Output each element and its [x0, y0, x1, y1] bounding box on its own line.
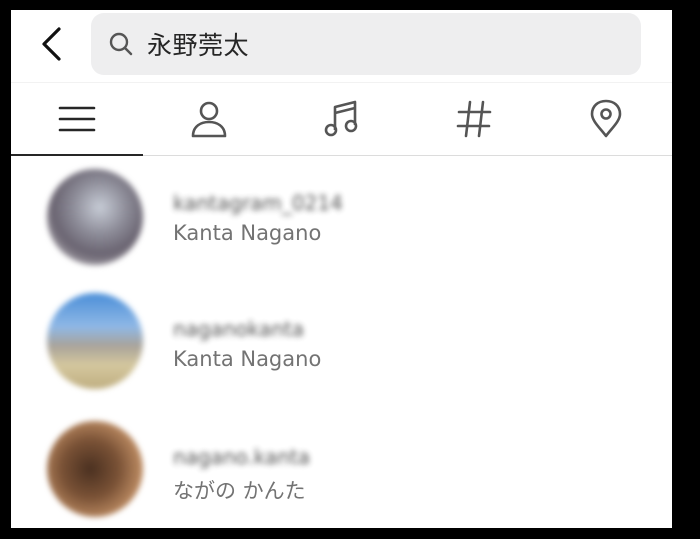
list-item[interactable]: kantagram_0214 Kanta Nagano [11, 155, 672, 281]
tab-tags[interactable] [408, 83, 540, 155]
result-full-name: ながの かんた [173, 479, 306, 503]
avatar[interactable] [47, 293, 143, 389]
avatar[interactable] [47, 169, 143, 265]
tab-top[interactable] [11, 83, 144, 156]
tab-places[interactable] [540, 83, 672, 155]
list-item[interactable]: naganokanta Kanta Nagano [11, 281, 672, 407]
list-item[interactable]: nagano.kanta ながの かんた [11, 407, 672, 528]
back-button[interactable] [31, 24, 71, 64]
avatar[interactable] [47, 421, 143, 517]
location-pin-icon [590, 99, 622, 138]
tab-audio[interactable] [275, 83, 407, 155]
search-input[interactable]: 永野莞太 [91, 13, 641, 75]
result-username: kantagram_0214 [173, 191, 343, 215]
result-username: naganokanta [173, 317, 305, 341]
search-results-screen: 永野莞太 kantagram_0214 Kanta Nagano naganok… [11, 10, 672, 528]
result-full-name: Kanta Nagano [173, 221, 322, 245]
search-results-list: kantagram_0214 Kanta Nagano naganokanta … [11, 155, 672, 528]
search-category-tabs [11, 82, 672, 156]
search-icon [107, 30, 135, 58]
tab-accounts[interactable] [143, 83, 275, 155]
chevron-left-icon [42, 27, 61, 61]
search-header: 永野莞太 [11, 10, 672, 82]
person-icon [191, 101, 227, 138]
menu-lines-icon [58, 106, 96, 132]
result-username: nagano.kanta [173, 445, 311, 469]
hashtag-icon [456, 100, 492, 138]
result-full-name: Kanta Nagano [173, 347, 322, 371]
music-note-icon [324, 100, 357, 137]
search-query-text[interactable]: 永野莞太 [147, 26, 249, 62]
